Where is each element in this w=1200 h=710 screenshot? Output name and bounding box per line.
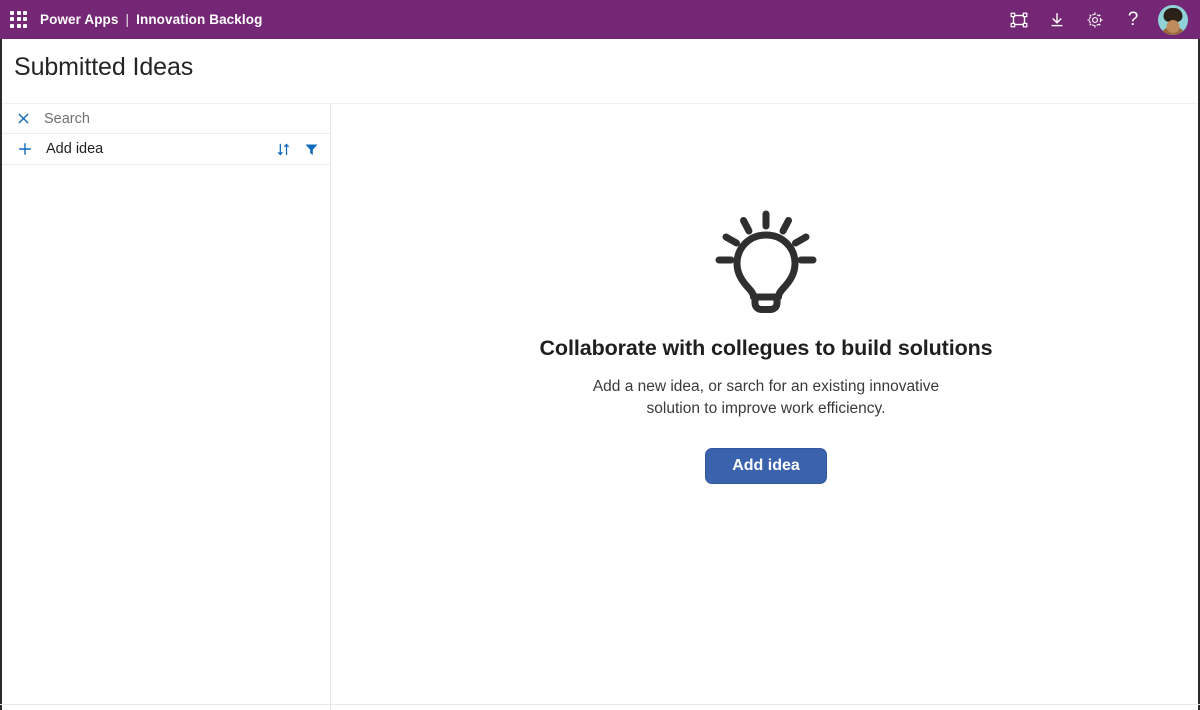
avatar[interactable] [1158,4,1188,35]
brand-separator: | [125,12,130,27]
app-name[interactable]: Innovation Backlog [136,12,262,27]
lightbulb-icon [706,204,826,314]
sort-icon[interactable] [276,142,291,157]
brand-area: Power Apps | Innovation Backlog [40,12,262,27]
help-icon: ? [1127,9,1139,30]
brand-name[interactable]: Power Apps [40,12,119,27]
top-command-bar: Power Apps | Innovation Backlog ? [0,0,1200,39]
plus-icon[interactable] [17,142,32,157]
main-content-area: Collaborate with collegues to build solu… [332,104,1200,710]
left-gallery-panel: Add idea [0,104,331,710]
app-launcher-icon[interactable] [10,10,28,29]
empty-state-title: Collaborate with collegues to build solu… [539,336,993,360]
download-button[interactable] [1038,0,1076,39]
topbar-actions: ? [1000,0,1192,39]
search-row[interactable] [0,104,330,134]
gallery-list[interactable] [0,166,330,710]
empty-state-subtitle: Add a new idea, or sarch for an existing… [592,378,940,417]
download-icon [1048,11,1066,29]
avatar-face [1166,20,1180,34]
add-idea-button[interactable]: Add idea [705,448,827,484]
gallery-row-tools [276,134,319,165]
help-button[interactable]: ? [1114,0,1152,39]
search-input[interactable] [44,110,284,127]
gear-icon [1086,11,1104,29]
add-idea-row[interactable]: Add idea [0,134,330,165]
page-title: Submitted Ideas [14,53,194,81]
window-edge-left [0,39,2,710]
page-header: Submitted Ideas [0,39,1200,104]
filter-icon[interactable] [304,142,319,157]
fit-to-screen-icon [1010,11,1028,29]
empty-state: Collaborate with collegues to build solu… [332,204,1200,484]
add-idea-label[interactable]: Add idea [46,141,103,157]
fit-to-screen-button[interactable] [1000,0,1038,39]
window-edge-bottom [0,704,1200,705]
close-icon[interactable] [16,112,30,126]
app-window: Power Apps | Innovation Backlog ? Submit… [0,0,1200,710]
settings-button[interactable] [1076,0,1114,39]
